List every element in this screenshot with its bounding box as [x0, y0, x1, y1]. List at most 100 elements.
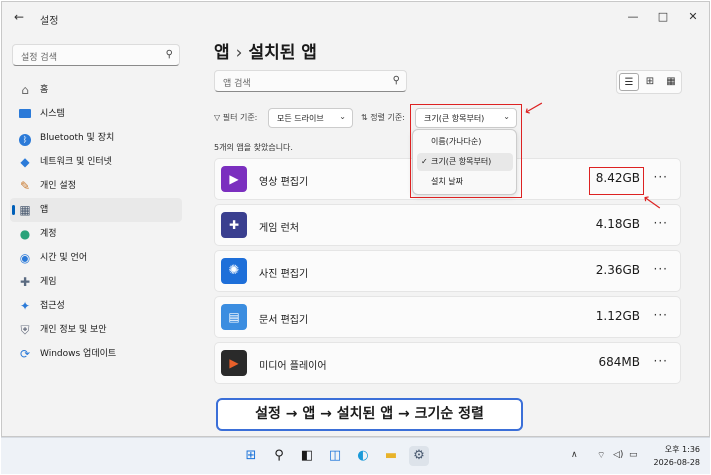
chevron-down-icon: ⌄	[339, 112, 346, 121]
clock[interactable]: 오후 1:36 2026-08-28	[654, 443, 701, 469]
edge-icon[interactable]: ◐	[353, 446, 373, 466]
app-name: 영상 편집기	[259, 177, 309, 188]
sidebar-item-label: 접근성	[40, 301, 65, 311]
result-count: 5개의 앱을 찾았습니다.	[214, 143, 293, 152]
search-placeholder: 설정 검색	[21, 53, 57, 63]
battery-icon[interactable]: ▭	[629, 450, 638, 460]
app-title: 설정	[40, 16, 59, 27]
grid-view-icon[interactable]: ⊞	[640, 73, 660, 91]
filter-value: 모든 드라이브	[277, 114, 324, 123]
media-player-icon: ▶	[221, 350, 247, 376]
task-view-icon[interactable]: ◧	[297, 446, 317, 466]
breadcrumb-parent[interactable]: 앱	[214, 43, 230, 63]
sidebar-item-label: 계정	[40, 229, 57, 239]
back-arrow-icon[interactable]: ←	[14, 10, 24, 24]
clock-date: 2026-08-28	[653, 458, 701, 467]
video-editor-icon: ▶	[221, 166, 247, 192]
size-highlight-box	[589, 167, 644, 195]
settings-gear-icon[interactable]: ⚙	[409, 446, 429, 466]
sidebar-item-gaming[interactable]: ✚ 게임	[10, 270, 182, 294]
app-search-input[interactable]: 앱 검색 ⚲	[214, 70, 407, 92]
sidebar-item-label: 게임	[40, 277, 57, 287]
app-name: 미디어 플레이어	[259, 361, 327, 372]
sort-label-text: 정렬 기준:	[370, 113, 405, 122]
app-size: 684MB	[598, 355, 641, 369]
sidebar-item-label: 개인 정보 및 보안	[40, 325, 107, 335]
search-icon[interactable]: ⚲	[269, 446, 289, 466]
more-options-button[interactable]: ···	[654, 262, 668, 276]
page-title: 설치된 앱	[248, 43, 317, 63]
more-options-button[interactable]: ···	[654, 354, 668, 368]
brush-icon: ✎	[19, 179, 31, 193]
minimize-button[interactable]: —	[618, 8, 648, 26]
sidebar-item-privacy[interactable]: ⛨ 개인 정보 및 보안	[10, 318, 182, 342]
more-options-button[interactable]: ···	[654, 308, 668, 322]
filter-label: ▽ 필터 기준:	[214, 112, 257, 123]
sidebar-item-label: 앱	[40, 205, 49, 215]
tile-view-icon[interactable]: ▦	[661, 73, 681, 91]
tray-chevron-icon[interactable]: ∧	[571, 450, 578, 460]
sidebar-item-bluetooth[interactable]: ᛒ Bluetooth 및 장치	[10, 126, 182, 150]
sidebar-item-label: Windows 업데이트	[40, 349, 117, 359]
sidebar-item-windows-update[interactable]: ⟳ Windows 업데이트	[10, 342, 182, 366]
gamepad-icon: ✚	[19, 275, 31, 289]
wifi-icon[interactable]: ⌔	[597, 450, 605, 461]
breadcrumb: 앱 › 설치된 앱	[214, 38, 317, 63]
clock-time: 오후 1:36	[664, 445, 700, 454]
filter-dropdown[interactable]: 모든 드라이브 ⌄	[268, 108, 353, 128]
sidebar-item-accessibility[interactable]: ✦ 접근성	[10, 294, 182, 318]
sidebar-item-personalization[interactable]: ✎ 개인 설정	[10, 174, 182, 198]
filter-icon: ▽	[214, 113, 223, 122]
camera-aperture-icon: ✺	[221, 258, 247, 284]
apps-icon: ▦	[19, 203, 31, 217]
start-icon[interactable]: ⊞	[241, 446, 261, 466]
sort-icon: ⇅	[361, 113, 371, 122]
sort-highlight-box	[410, 104, 522, 198]
sidebar-item-label: 홈	[40, 85, 49, 95]
update-icon: ⟳	[19, 347, 31, 361]
network-icon: ◆	[20, 155, 30, 169]
sidebar-item-label: Bluetooth 및 장치	[40, 133, 115, 143]
gamepad-icon: ✚	[221, 212, 247, 238]
sidebar-item-accounts[interactable]: ● 계정	[10, 222, 182, 246]
sidebar-item-label: 개인 설정	[40, 181, 76, 191]
app-size: 4.18GB	[595, 217, 640, 231]
maximize-button[interactable]: □	[648, 8, 678, 26]
list-view-icon[interactable]: ☰	[619, 73, 639, 91]
system-icon	[18, 107, 32, 121]
sidebar-nav: ⌂ 홈 시스템 ᛒ Bluetooth 및 장치 ◆ 네트워크 및 인터넷 ✎ 개인 설…	[10, 78, 182, 366]
sidebar-item-apps[interactable]: ▦ 앱	[10, 198, 182, 222]
app-name: 사진 편집기	[259, 269, 309, 280]
more-options-button[interactable]: ···	[654, 170, 668, 184]
sidebar-item-network[interactable]: ◆ 네트워크 및 인터넷	[10, 150, 182, 174]
more-options-button[interactable]: ···	[654, 216, 668, 230]
sidebar-item-system[interactable]: 시스템	[10, 102, 182, 126]
account-icon: ●	[19, 227, 31, 241]
close-button[interactable]: ✕	[678, 8, 708, 26]
shield-icon: ⛨	[20, 323, 30, 337]
search-icon: ⚲	[392, 75, 400, 86]
settings-search-input[interactable]: 설정 검색 ⚲	[12, 44, 180, 66]
globe-icon: ◉	[19, 251, 31, 265]
title-bar: ← 설정 — □ ✕	[2, 2, 709, 34]
widgets-icon[interactable]: ◫	[325, 446, 345, 466]
app-size: 2.36GB	[595, 263, 640, 277]
app-search-placeholder: 앱 검색	[223, 79, 251, 89]
app-row[interactable]: ▶ 미디어 플레이어 684MB ···	[214, 342, 681, 384]
app-row[interactable]: ▤ 문서 편집기 1.12GB ···	[214, 296, 681, 338]
sidebar-item-home[interactable]: ⌂ 홈	[10, 78, 182, 102]
app-name: 문서 편집기	[259, 315, 309, 326]
file-explorer-icon[interactable]: ▬	[381, 446, 401, 466]
app-name: 게임 런처	[259, 223, 299, 234]
sidebar-item-time-language[interactable]: ◉ 시간 및 언어	[10, 246, 182, 270]
sidebar-item-label: 시스템	[40, 109, 65, 119]
main-content: 앱 › 설치된 앱 앱 검색 ⚲ ☰ ⊞ ▦ ▽ 필터 기준: 모든 드라이브 ⌄ …	[198, 34, 688, 438]
view-toggle: ☰ ⊞ ▦	[616, 70, 682, 94]
search-icon: ⚲	[165, 49, 173, 60]
app-row[interactable]: ✺ 사진 편집기 2.36GB ···	[214, 250, 681, 292]
app-row[interactable]: ✚ 게임 런처 4.18GB ···	[214, 204, 681, 246]
home-icon: ⌂	[21, 83, 29, 97]
app-size: 1.12GB	[595, 309, 640, 323]
volume-icon[interactable]: ◁)	[613, 450, 623, 460]
filter-label-text: 필터 기준:	[222, 113, 258, 122]
